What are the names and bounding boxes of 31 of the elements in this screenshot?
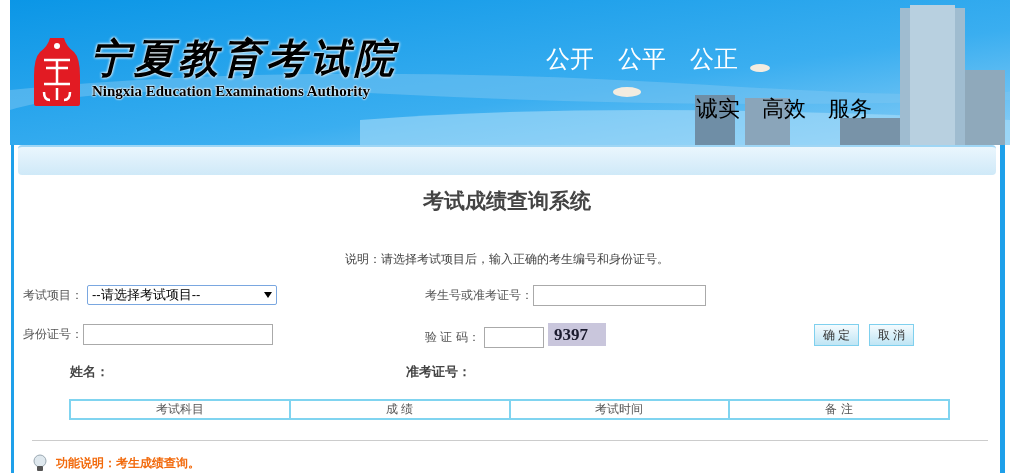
motto-text: 高效 xyxy=(762,95,806,123)
slogan-text: 公开 xyxy=(546,44,594,74)
field-label: 考试项目： xyxy=(23,287,84,304)
lightbulb-icon xyxy=(32,453,48,472)
id-number-field[interactable] xyxy=(83,323,273,345)
column-header: 考试科目 xyxy=(154,400,205,418)
site-title: 宁夏教育考试院 xyxy=(90,34,398,82)
field-label: 身份证号： xyxy=(23,326,83,343)
site-subtitle: Ningxia Education Examinations Authority xyxy=(92,82,371,100)
function-note: 功能说明：考生成绩查询。 xyxy=(56,454,200,472)
caret-icon xyxy=(264,292,272,298)
captcha-field[interactable] xyxy=(484,326,544,348)
slogan-text: 公平 xyxy=(618,44,666,74)
instruction-text: 说明：请选择考试项目后，输入正确的考生编号和身份证号。 xyxy=(344,251,670,267)
ticket-label: 准考证号： xyxy=(406,363,471,381)
cancel-button[interactable]: 取 消 xyxy=(869,324,914,346)
candidate-number-field[interactable] xyxy=(533,284,706,306)
column-header: 考试时间 xyxy=(508,400,729,418)
field-label: 考生号或准考证号： xyxy=(425,287,533,304)
column-header: 备 注 xyxy=(728,400,948,418)
confirm-button[interactable]: 确 定 xyxy=(814,324,859,346)
exam-select[interactable]: --请选择考试项目-- xyxy=(87,285,277,305)
motto-text: 诚实 xyxy=(696,95,740,123)
field-label: 验 证 码： xyxy=(425,329,481,346)
motto-text: 服务 xyxy=(828,95,872,123)
column-header: 成 绩 xyxy=(288,400,509,418)
seal-logo-icon xyxy=(32,36,82,108)
page-title: 考试成绩查询系统 xyxy=(422,188,592,214)
slogan-text: 公正 xyxy=(690,44,738,74)
captcha-image: 9397 xyxy=(548,322,606,346)
name-label: 姓名： xyxy=(70,363,110,381)
